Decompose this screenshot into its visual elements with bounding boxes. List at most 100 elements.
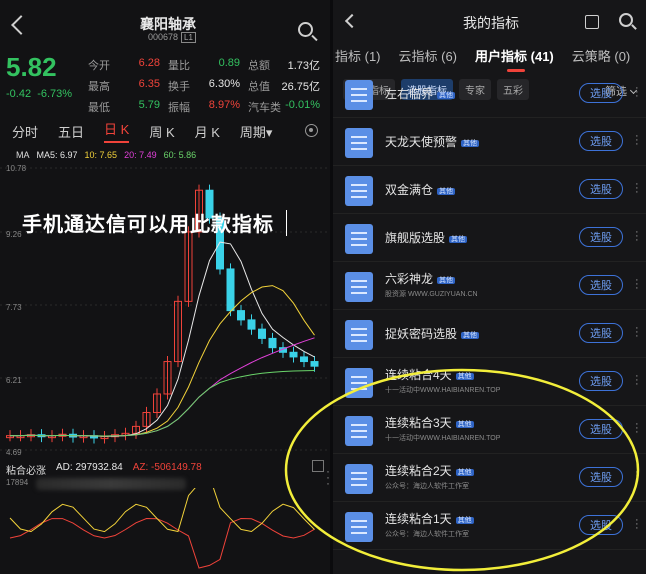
- indicator-tabs: 指标 (1) 云指标 (6) 用户指标 (41) 云策略 (0): [333, 40, 646, 72]
- back-icon[interactable]: [11, 15, 31, 35]
- indicator-source: 公众号：海边人软件工作室: [385, 483, 469, 490]
- ma60-value: 60: 5.86: [163, 150, 197, 160]
- indicator-name-text: 六彩神龙: [385, 272, 434, 286]
- indicator-name-text: 双金满仓: [385, 183, 434, 197]
- select-stock-button[interactable]: 选股: [579, 419, 623, 439]
- more-options-icon[interactable]: · · ·: [635, 371, 639, 390]
- select-stock-button[interactable]: 选股: [579, 227, 623, 247]
- indicator-name-text: 连续粘合4天: [385, 368, 452, 382]
- more-options-icon[interactable]: · · ·: [635, 323, 639, 342]
- ma20-value: 20: 7.49: [124, 150, 157, 160]
- quote-key: 振幅: [168, 101, 190, 114]
- sub-indicator-chart[interactable]: [0, 488, 330, 574]
- more-options-icon[interactable]: · · ·: [635, 515, 639, 534]
- expand-icon[interactable]: [312, 460, 324, 472]
- ad-value: AD: 297932.84: [56, 462, 123, 473]
- indicator-list-item[interactable]: 连续粘合2天 其他 公众号：海边人软件工作室 选股 · · ·: [333, 454, 646, 502]
- select-stock-button[interactable]: 选股: [579, 371, 623, 391]
- indicator-name: 捉妖密码选股 其他: [385, 325, 480, 342]
- page-title: 我的指标: [463, 15, 519, 31]
- period-tab[interactable]: 日 K: [104, 119, 130, 143]
- period-tab[interactable]: 分时: [12, 122, 38, 141]
- indicator-badge: 其他: [461, 139, 480, 147]
- indicator-list-item[interactable]: 天龙天使预警 其他 选股 · · ·: [333, 118, 646, 166]
- indicator-name: 旗舰版选股 其他: [385, 229, 468, 246]
- select-stock-button[interactable]: 选股: [579, 275, 623, 295]
- back-icon[interactable]: [344, 13, 360, 29]
- document-icon: [345, 416, 373, 446]
- quote-key: 汽车类: [248, 101, 281, 114]
- stock-code-tag: L1: [181, 32, 196, 43]
- ad-line: [9, 488, 315, 533]
- sub-indicator-name: 粘合必涨: [6, 466, 46, 477]
- indicator-tab[interactable]: 用户指标 (41): [475, 46, 554, 72]
- select-stock-button[interactable]: 选股: [579, 467, 623, 487]
- candle-body: [289, 351, 298, 358]
- stock-name: 襄阳轴承: [140, 16, 196, 32]
- indicator-list-item[interactable]: 连续粘合1天 其他 公众号：海边人软件工作室 选股 · · ·: [333, 502, 646, 550]
- more-options-icon[interactable]: · · ·: [635, 275, 639, 294]
- indicator-list-item[interactable]: 旗舰版选股 其他 选股 · · ·: [333, 214, 646, 262]
- more-options-icon[interactable]: · · ·: [635, 419, 639, 438]
- indicator-list-item[interactable]: 双金满仓 其他 选股 · · ·: [333, 166, 646, 214]
- change-value: -0.42: [6, 88, 32, 100]
- panel-drag-handle-icon[interactable]: · · ·: [326, 465, 330, 489]
- indicator-badge: 其他: [449, 235, 468, 243]
- period-tab[interactable]: 周 K: [149, 122, 174, 141]
- quote-cell: 总值 26.75亿: [248, 78, 328, 94]
- indicator-name-text: 连续粘合2天: [385, 464, 452, 478]
- more-options-icon[interactable]: · · ·: [635, 83, 639, 102]
- indicator-list-item[interactable]: 捉妖密码选股 其他 选股 · · ·: [333, 310, 646, 358]
- candlestick-chart[interactable]: [0, 160, 330, 460]
- quote-cell: 总额 1.73亿: [248, 57, 328, 73]
- edit-icon[interactable]: [585, 15, 599, 29]
- y-tick-3: 6.21: [6, 376, 22, 385]
- more-options-icon[interactable]: · · ·: [635, 131, 639, 150]
- document-icon: [345, 224, 373, 254]
- indicator-list-item[interactable]: 左右临界 其他 选股 · · ·: [333, 80, 646, 118]
- more-options-icon[interactable]: · · ·: [635, 227, 639, 246]
- quote-value: 6.35: [138, 77, 160, 90]
- quote-key: 最高: [88, 80, 110, 93]
- more-options-icon[interactable]: · · ·: [635, 467, 639, 486]
- indicator-badge: 其他: [455, 372, 474, 380]
- candle-body: [237, 310, 245, 321]
- more-options-icon[interactable]: · · ·: [635, 179, 639, 198]
- select-stock-button[interactable]: 选股: [579, 131, 623, 151]
- quote-cell: 量比 0.89: [168, 57, 248, 73]
- quote-row: 最低 5.79 振幅 8.97% 汽车类 -0.01%: [88, 96, 328, 117]
- search-icon[interactable]: [619, 13, 633, 27]
- indicator-tab[interactable]: 云指标 (6): [399, 46, 458, 65]
- indicator-source: 十一活动中WWW.HAIBIANREN.TOP: [385, 387, 501, 394]
- indicator-list-item[interactable]: 六彩神龙 其他 股资源 WWW.GUZIYUAN.CN 选股 · · ·: [333, 262, 646, 310]
- document-icon: [345, 512, 373, 542]
- indicator-list-item[interactable]: 连续粘合4天 其他十一活动中WWW.HAIBIANREN.TOP 选股 · · ·: [333, 358, 646, 406]
- period-tab[interactable]: 月 K: [195, 122, 220, 141]
- ma60-line: [10, 370, 315, 437]
- select-stock-button[interactable]: 选股: [579, 515, 623, 535]
- indicator-name-text: 捉妖密码选股: [385, 327, 458, 341]
- period-tab[interactable]: 周期▾: [240, 122, 273, 141]
- sub-y-tick: 17894: [6, 478, 29, 487]
- search-icon[interactable]: [298, 22, 313, 37]
- quote-key: 换手: [168, 80, 190, 93]
- document-icon: [345, 368, 373, 398]
- change-percent: -6.73%: [37, 88, 73, 100]
- period-tab[interactable]: 五日: [58, 122, 84, 141]
- indicator-list-item[interactable]: 连续粘合3天 其他 十一活动中WWW.HAIBIANREN.TOP 选股 · · ·: [333, 406, 646, 454]
- select-stock-button[interactable]: 选股: [579, 83, 623, 103]
- document-icon: [345, 80, 373, 110]
- y-tick-4: 4.69: [6, 448, 22, 457]
- ma20-line: [10, 337, 315, 437]
- chart-settings-icon[interactable]: [305, 124, 318, 137]
- indicator-name: 天龙天使预警 其他: [385, 133, 480, 150]
- candle-body: [310, 361, 319, 367]
- indicator-tab[interactable]: 云策略 (0): [572, 46, 631, 65]
- quote-cell: 最低 5.79: [88, 99, 168, 115]
- select-stock-button[interactable]: 选股: [579, 179, 623, 199]
- quote-value: 5.79: [138, 98, 160, 111]
- select-stock-button[interactable]: 选股: [579, 323, 623, 343]
- indicator-tab[interactable]: 指标 (1): [335, 46, 381, 65]
- indicator-name-text: 左右临界: [385, 87, 434, 101]
- quote-cell: 最高 6.35: [88, 78, 168, 94]
